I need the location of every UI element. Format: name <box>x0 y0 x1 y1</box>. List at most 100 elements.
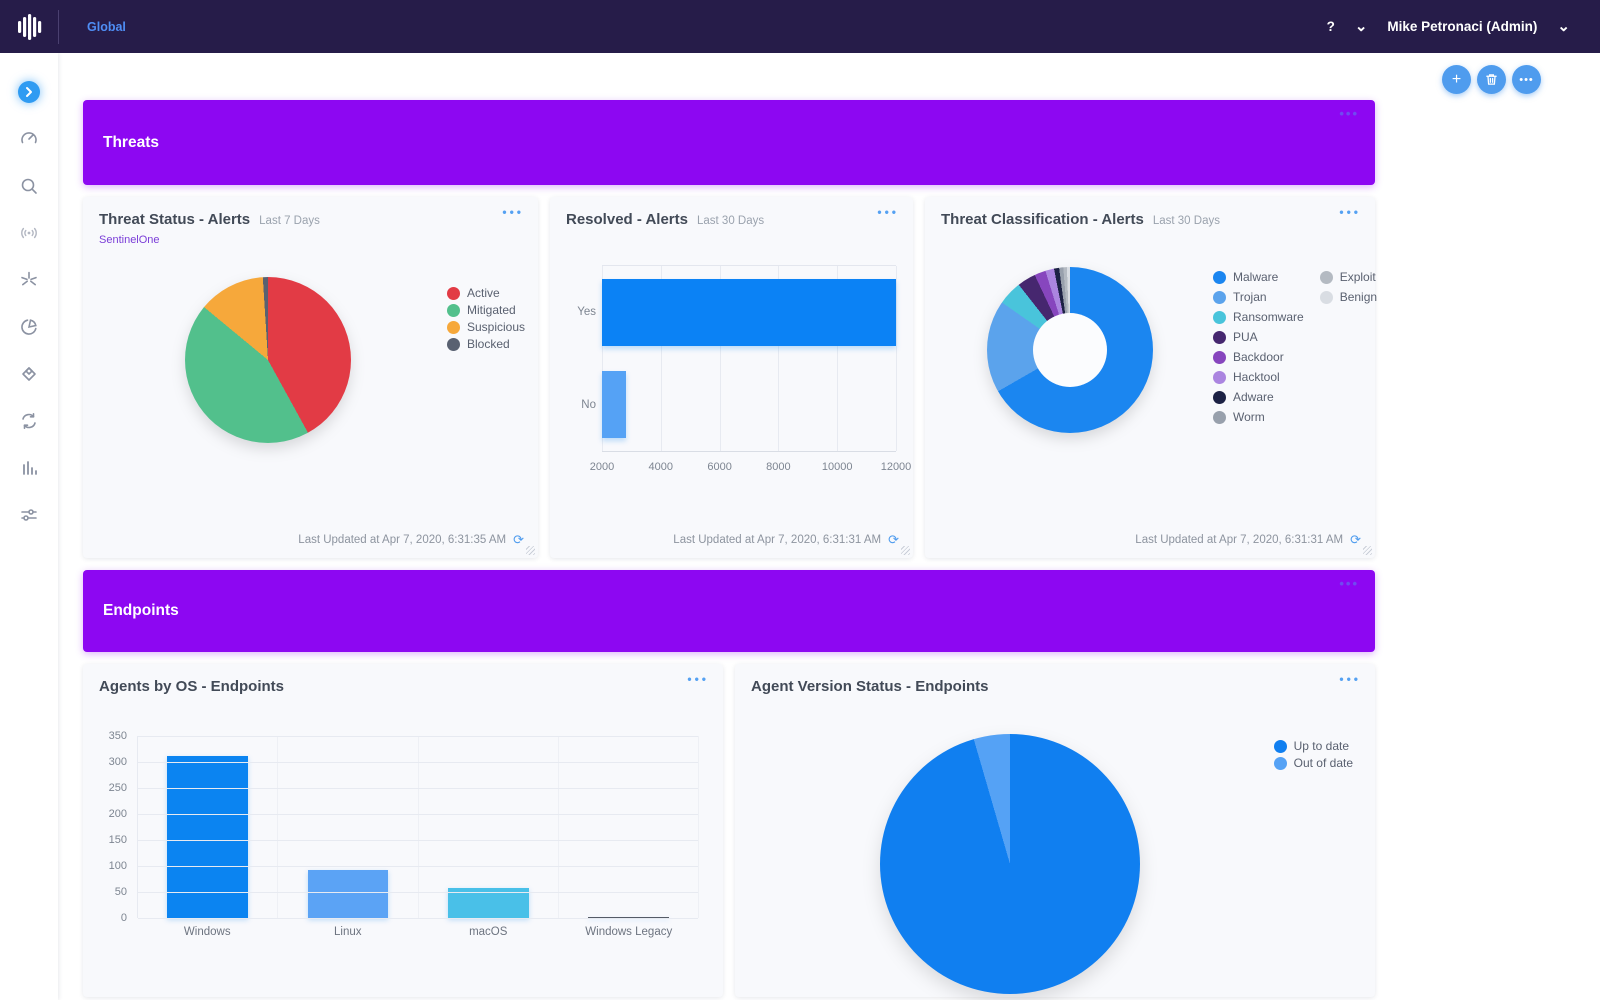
card-menu[interactable]: ••• <box>687 672 709 686</box>
agent-version-legend: Up to date Out of date <box>1274 736 1353 773</box>
more-actions-button[interactable]: ••• <box>1512 65 1541 94</box>
y-tick-label: 50 <box>115 886 127 898</box>
legend-item-mitigated[interactable]: Mitigated <box>447 303 525 317</box>
legend-item-pua[interactable]: PUA <box>1213 330 1304 344</box>
legend-item-active[interactable]: Active <box>447 286 525 300</box>
threats-section-banner[interactable]: Threats ••• <box>83 100 1375 185</box>
refresh-icon[interactable]: ⟳ <box>513 532 524 548</box>
gridline <box>138 918 698 919</box>
card-menu[interactable]: ••• <box>877 205 899 219</box>
chevron-right-icon <box>23 86 35 98</box>
legend-label: Ransomware <box>1233 310 1304 324</box>
card-menu[interactable]: ••• <box>502 205 524 219</box>
card-menu[interactable]: ••• <box>1339 205 1361 219</box>
bar-row <box>602 266 896 359</box>
y-tick-label: 0 <box>121 912 127 924</box>
legend-label: Backdoor <box>1233 350 1284 364</box>
resolved-cats: YesNo <box>566 265 596 452</box>
sentinelone-logo[interactable] <box>0 0 58 53</box>
legend-label: Worm <box>1233 410 1265 424</box>
add-widget-button[interactable]: + <box>1442 65 1471 94</box>
endpoints-section-title: Endpoints <box>103 602 179 620</box>
navbar-divider <box>58 10 59 44</box>
card-agents-by-os: Agents by OS - Endpoints ••• 05010015020… <box>83 664 723 997</box>
legend-item-ransomware[interactable]: Ransomware <box>1213 310 1304 324</box>
chevron-down-icon[interactable]: ⌄ <box>1355 22 1368 32</box>
card-subtitle: Last 30 Days <box>697 215 764 227</box>
gridline <box>138 892 698 893</box>
legend-item-suspicious[interactable]: Suspicious <box>447 320 525 334</box>
bar-row <box>602 359 896 452</box>
legend-swatch <box>447 321 460 334</box>
logo-icon <box>15 13 43 41</box>
legend-item-benign[interactable]: Benign <box>1320 290 1377 304</box>
legend-item-backdoor[interactable]: Backdoor <box>1213 350 1304 364</box>
legend-swatch <box>1213 391 1226 404</box>
resize-handle[interactable] <box>1363 546 1372 555</box>
x-category-label: Windows Legacy <box>559 926 700 938</box>
search-icon <box>19 176 39 196</box>
sidebar-item-analytics[interactable] <box>18 457 40 479</box>
legend-item-adware[interactable]: Adware <box>1213 390 1304 404</box>
threats-banner-menu[interactable]: ••• <box>1339 106 1359 121</box>
legend-label: Trojan <box>1233 290 1267 304</box>
bar-windows <box>167 756 248 918</box>
card-title: Threat Status - Alerts <box>99 211 250 228</box>
sidebar-item-incidents[interactable] <box>18 269 40 291</box>
sidebar-item-reports[interactable] <box>18 316 40 338</box>
gridline <box>138 736 698 737</box>
legend-item-hacktool[interactable]: Hacktool <box>1213 370 1304 384</box>
legend-item-trojan[interactable]: Trojan <box>1213 290 1304 304</box>
refresh-icon[interactable]: ⟳ <box>1350 532 1361 548</box>
sidebar-item-search[interactable] <box>18 175 40 197</box>
legend-swatch <box>1274 757 1287 770</box>
refresh-icon[interactable]: ⟳ <box>888 532 899 548</box>
resize-handle[interactable] <box>901 546 910 555</box>
bar-no <box>602 371 626 438</box>
legend-item-exploit[interactable]: Exploit <box>1320 270 1377 284</box>
gridline <box>138 866 698 867</box>
y-tick-label: 200 <box>109 808 127 820</box>
threats-row: Threat Status - Alerts Last 7 Days ••• S… <box>83 197 1375 558</box>
user-menu[interactable]: Mike Petronaci (Admin) <box>1387 19 1537 34</box>
endpoints-banner-menu[interactable]: ••• <box>1339 576 1359 591</box>
resize-handle[interactable] <box>526 546 535 555</box>
threat-status-pie-chart <box>185 277 351 443</box>
legend-item-worm[interactable]: Worm <box>1213 410 1304 424</box>
bar-column <box>138 736 277 918</box>
sidebar-item-packages[interactable] <box>18 363 40 385</box>
trash-icon <box>1485 73 1498 86</box>
legend-label: Malware <box>1233 270 1278 284</box>
legend-item-blocked[interactable]: Blocked <box>447 337 525 351</box>
legend-swatch <box>447 338 460 351</box>
x-tick-label: 2000 <box>590 461 614 473</box>
sidebar-item-dashboard[interactable] <box>18 128 40 150</box>
user-chevron-down-icon[interactable]: ⌄ <box>1557 22 1570 32</box>
help-icon[interactable]: ? <box>1327 19 1335 34</box>
sidebar-item-network[interactable] <box>18 222 40 244</box>
sidebar-collapse-toggle[interactable] <box>18 81 40 103</box>
legend-swatch <box>1320 291 1333 304</box>
scope-selector[interactable]: Global <box>87 20 126 34</box>
x-tick-label: 4000 <box>649 461 673 473</box>
legend-item-malware[interactable]: Malware <box>1213 270 1304 284</box>
sidebar-item-sync[interactable] <box>18 410 40 432</box>
legend-item-up-to-date[interactable]: Up to date <box>1274 739 1353 753</box>
y-category-label: Yes <box>566 306 596 318</box>
y-tick-label: 250 <box>109 782 127 794</box>
gridline <box>138 840 698 841</box>
y-tick-label: 300 <box>109 756 127 768</box>
card-threat-status: Threat Status - Alerts Last 7 Days ••• S… <box>83 197 538 558</box>
legend-swatch <box>1274 740 1287 753</box>
agent-version-pie-chart <box>880 734 1140 994</box>
endpoints-section-banner[interactable]: Endpoints ••• <box>83 570 1375 652</box>
legend-swatch <box>1213 371 1226 384</box>
sidebar-item-settings[interactable] <box>18 504 40 526</box>
ellipsis-icon: ••• <box>1519 74 1534 86</box>
threat-classification-legend: Malware Trojan Ransomware PUA Backdoor Hackto… <box>1213 267 1377 427</box>
card-menu[interactable]: ••• <box>1339 672 1361 686</box>
delete-button[interactable] <box>1477 65 1506 94</box>
legend-item-out-of-date[interactable]: Out of date <box>1274 756 1353 770</box>
legend-label: Active <box>467 286 500 300</box>
agents-by-os-bars <box>138 736 698 918</box>
